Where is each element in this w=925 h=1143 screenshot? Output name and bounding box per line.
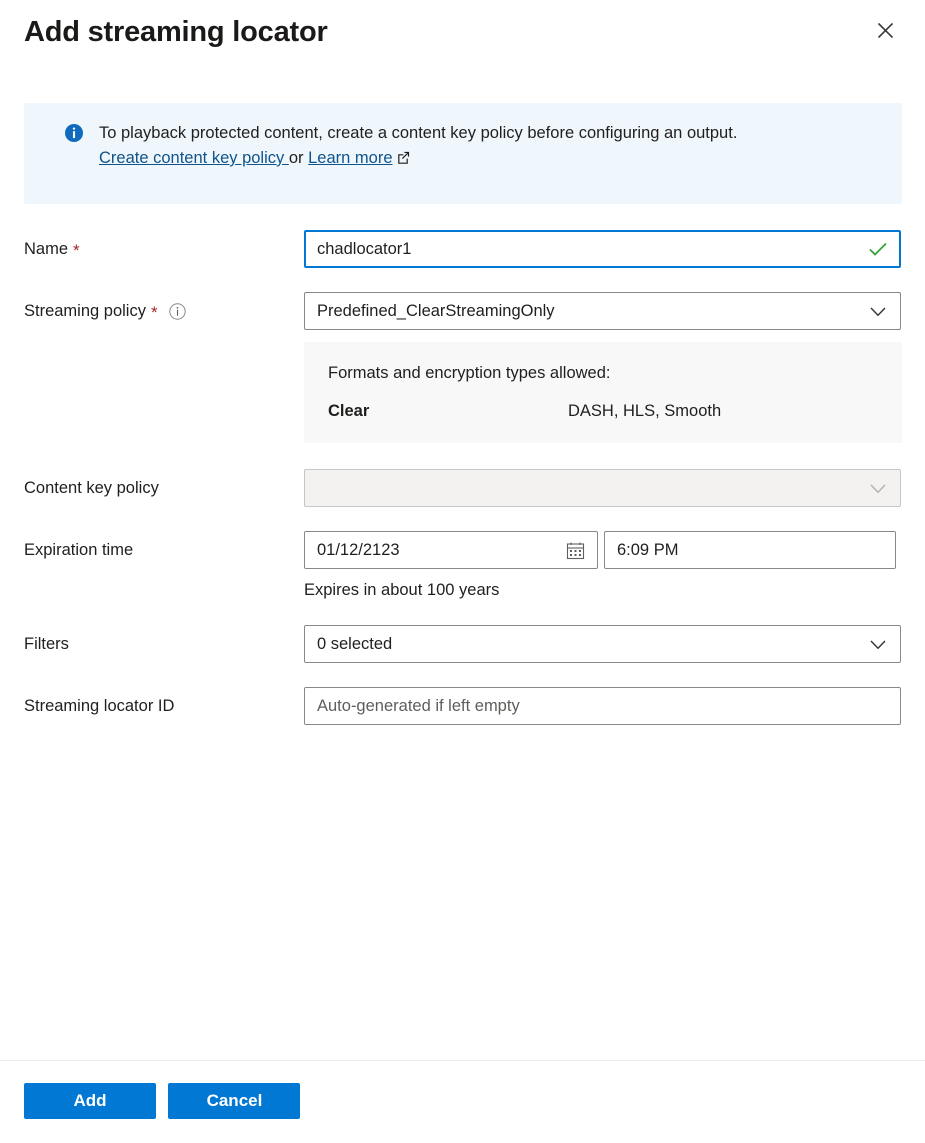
formats-row: Clear DASH, HLS, Smooth	[328, 402, 878, 421]
streaming-policy-label: Streaming policy	[24, 302, 146, 320]
close-button[interactable]	[867, 12, 903, 48]
name-input[interactable]: chadlocator1	[304, 230, 901, 268]
streaming-policy-dropdown[interactable]: Predefined_ClearStreamingOnly	[304, 292, 901, 330]
locator-form: Name * chadlocator1 Streaming policy * P…	[24, 230, 902, 725]
name-label: Name	[24, 240, 69, 258]
streaming-policy-control: Predefined_ClearStreamingOnly	[304, 292, 901, 330]
chevron-down-icon	[868, 305, 888, 318]
form-row-content-key-policy: Content key policy	[24, 469, 901, 507]
streaming-policy-required-marker: *	[150, 303, 158, 322]
expiration-date-input[interactable]: 01/12/2123	[304, 531, 598, 569]
streaming-locator-id-control: Auto-generated if left empty	[304, 687, 901, 725]
blade-header: Add streaming locator	[0, 0, 925, 62]
format-types-list: DASH, HLS, Smooth	[568, 402, 722, 420]
expiration-time-control: 01/12/2123 6:09 PM Expires in about 100 …	[304, 531, 901, 601]
expiration-time-label-wrap: Expiration time	[24, 531, 304, 561]
form-row-expiration-time: Expiration time 01/12/2123 6:09 PM Expir…	[24, 531, 901, 601]
add-streaming-locator-blade: Add streaming locator To playback protec…	[0, 0, 925, 1143]
checkmark-icon	[868, 241, 888, 257]
name-control: chadlocator1	[304, 230, 901, 268]
chevron-down-icon	[868, 482, 888, 495]
banner-text: To playback protected content, create a …	[99, 121, 737, 172]
streaming-locator-id-placeholder: Auto-generated if left empty	[317, 697, 520, 715]
streaming-locator-id-label-wrap: Streaming locator ID	[24, 687, 304, 717]
banner-conjunction: or	[288, 149, 309, 167]
formats-panel: Formats and encryption types allowed: Cl…	[304, 342, 902, 443]
content-key-policy-label: Content key policy	[24, 479, 159, 497]
filters-label: Filters	[24, 635, 69, 653]
date-time-wrapper: 01/12/2123 6:09 PM	[304, 531, 901, 569]
expiration-time-input[interactable]: 6:09 PM	[604, 531, 896, 569]
info-banner: To playback protected content, create a …	[24, 103, 902, 204]
streaming-policy-value: Predefined_ClearStreamingOnly	[317, 302, 555, 320]
banner-message: To playback protected content, create a …	[99, 124, 738, 142]
page-title: Add streaming locator	[24, 16, 328, 48]
form-row-streaming-policy: Streaming policy * Predefined_ClearStrea…	[24, 292, 901, 330]
streaming-locator-id-input[interactable]: Auto-generated if left empty	[304, 687, 901, 725]
expiration-time-value: 6:09 PM	[617, 541, 679, 559]
form-row-formats: Formats and encryption types allowed: Cl…	[24, 330, 902, 443]
content-key-policy-label-wrap: Content key policy	[24, 469, 304, 499]
formats-spacer-label	[24, 330, 304, 339]
cancel-button[interactable]: Cancel	[168, 1083, 301, 1119]
expiration-date-value: 01/12/2123	[317, 541, 400, 559]
streaming-policy-label-wrap: Streaming policy *	[24, 292, 304, 322]
filters-label-wrap: Filters	[24, 625, 304, 655]
close-icon	[877, 22, 894, 39]
calendar-icon[interactable]	[566, 541, 585, 560]
chevron-down-icon	[868, 638, 888, 651]
content-key-policy-control	[304, 469, 901, 507]
learn-more-link[interactable]: Learn more	[308, 149, 392, 167]
streaming-locator-id-label: Streaming locator ID	[24, 697, 175, 715]
info-icon	[65, 124, 83, 142]
name-label-wrap: Name *	[24, 230, 304, 260]
form-row-streaming-locator-id: Streaming locator ID Auto-generated if l…	[24, 687, 901, 725]
format-encryption-name: Clear	[328, 402, 370, 420]
blade-footer: Add Cancel	[0, 1060, 925, 1143]
create-content-key-policy-link[interactable]: Create content key policy	[99, 149, 289, 167]
formats-control: Formats and encryption types allowed: Cl…	[304, 330, 902, 443]
blade-body: To playback protected content, create a …	[0, 62, 925, 1060]
expiration-time-label: Expiration time	[24, 541, 134, 559]
external-link-icon	[397, 147, 410, 172]
filters-control: 0 selected	[304, 625, 901, 663]
name-input-value: chadlocator1	[317, 240, 412, 258]
name-required-marker: *	[73, 241, 80, 260]
formats-panel-title: Formats and encryption types allowed:	[328, 364, 611, 382]
add-button[interactable]: Add	[24, 1083, 156, 1119]
form-row-name: Name * chadlocator1	[24, 230, 901, 268]
expiration-helper-text: Expires in about 100 years	[304, 581, 500, 599]
info-circle-icon[interactable]	[168, 303, 186, 320]
filters-dropdown[interactable]: 0 selected	[304, 625, 901, 663]
form-row-filters: Filters 0 selected	[24, 625, 901, 663]
filters-value: 0 selected	[317, 635, 393, 653]
content-key-policy-dropdown	[304, 469, 901, 507]
